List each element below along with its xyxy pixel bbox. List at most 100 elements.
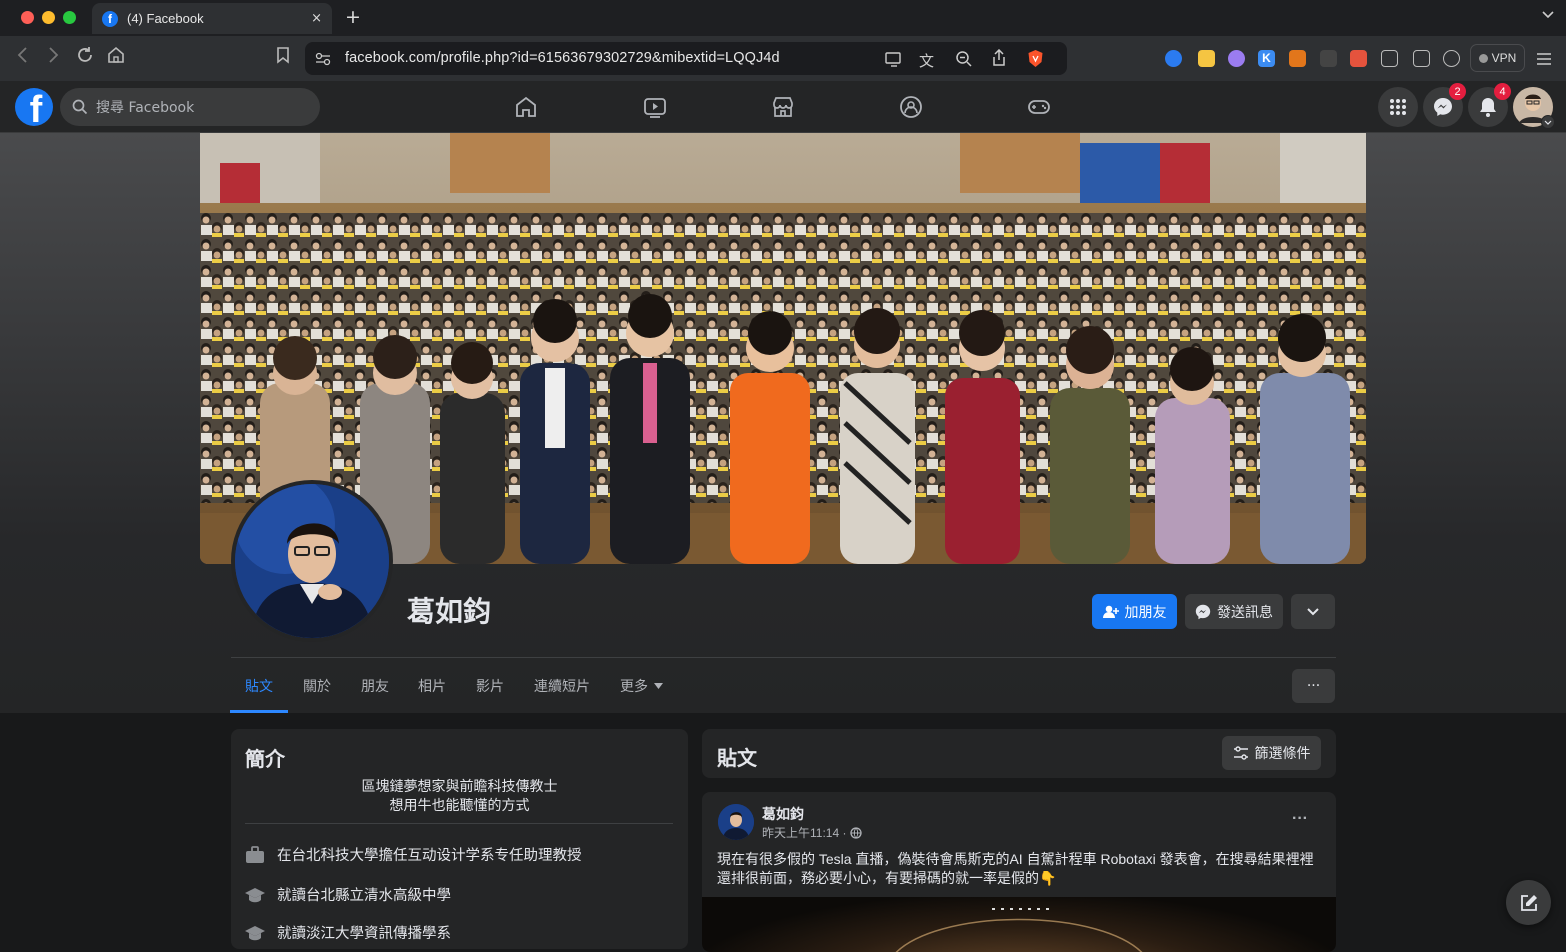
post-author-avatar[interactable] xyxy=(718,804,754,840)
post-time[interactable]: 昨天上午11:14 · xyxy=(762,824,846,841)
back-icon[interactable] xyxy=(16,46,30,69)
menu-grid-button[interactable] xyxy=(1378,87,1418,127)
browser-toolbar: facebook.com/profile.php?id=615636793027… xyxy=(0,36,1566,81)
facebook-logo[interactable]: f xyxy=(15,88,53,126)
briefcase-icon xyxy=(245,845,265,865)
translate-icon[interactable]: 文 xyxy=(919,50,934,71)
marketplace-nav-icon[interactable] xyxy=(771,95,795,119)
tab-videos[interactable]: 影片 xyxy=(476,676,504,696)
intro-item-school-1: 就讀台北縣立清水高級中學 xyxy=(245,884,451,905)
facebook-header: f 搜尋 Facebook 2 4 xyxy=(0,81,1566,133)
vpn-button[interactable]: VPN xyxy=(1470,44,1525,72)
messenger-badge: 2 xyxy=(1449,83,1466,100)
extension-pen-icon[interactable] xyxy=(1198,50,1215,67)
chevron-down-icon xyxy=(1307,607,1319,615)
tab-photos[interactable]: 相片 xyxy=(418,676,446,696)
search-input[interactable]: 搜尋 Facebook xyxy=(96,97,194,117)
intro-title: 簡介 xyxy=(245,749,285,771)
extension-fox-icon[interactable] xyxy=(1289,50,1306,67)
new-message-button[interactable] xyxy=(1506,880,1551,925)
tab-title: (4) Facebook xyxy=(127,11,204,26)
extension-k-icon[interactable]: K xyxy=(1258,50,1275,67)
extension-edge-icon[interactable] xyxy=(1165,50,1182,67)
intro-card: 簡介 區塊鏈夢想家與前瞻科技傳教士 想用牛也能聽懂的方式 在台北科技大學擔任互动… xyxy=(231,729,688,949)
tab-about[interactable]: 關於 xyxy=(303,676,331,696)
filter-label: 篩選條件 xyxy=(1254,745,1311,761)
extensions-puzzle-icon[interactable] xyxy=(1381,50,1398,67)
intro-bio-line1: 區塊鏈夢想家與前瞻科技傳教士 xyxy=(361,778,558,794)
send-message-button[interactable]: 發送訊息 xyxy=(1185,594,1283,629)
video-nav-icon[interactable] xyxy=(643,95,667,119)
messenger-button[interactable]: 2 xyxy=(1423,83,1466,127)
close-window-button[interactable] xyxy=(21,11,34,24)
notifications-button[interactable]: 4 xyxy=(1468,83,1511,127)
zoom-window-button[interactable] xyxy=(63,11,76,24)
groups-nav-icon[interactable] xyxy=(899,95,923,119)
search-icon xyxy=(72,99,88,115)
graduation-cap-icon xyxy=(245,923,265,943)
minimize-window-button[interactable] xyxy=(42,11,55,24)
grid-icon xyxy=(1390,99,1406,115)
tab-close-icon[interactable]: × xyxy=(311,11,322,26)
gaming-nav-icon[interactable] xyxy=(1027,95,1051,119)
posts-header-card: 貼文 篩選條件 xyxy=(702,729,1336,778)
browser-tab-bar: f (4) Facebook × + xyxy=(0,0,1566,36)
profile-picture[interactable] xyxy=(231,480,393,642)
zoom-out-icon[interactable] xyxy=(955,50,973,72)
tab-friends[interactable]: 朋友 xyxy=(361,676,389,696)
compose-icon xyxy=(1520,894,1537,911)
filter-button[interactable]: 篩選條件 xyxy=(1222,736,1321,770)
search-bar[interactable]: 搜尋 Facebook xyxy=(60,88,320,126)
browser-menu-icon[interactable] xyxy=(1536,51,1552,70)
home-nav-icon[interactable] xyxy=(514,95,538,119)
post-media[interactable] xyxy=(702,897,1336,952)
facebook-logo-letter: f xyxy=(29,89,43,126)
account-avatar-button[interactable] xyxy=(1513,87,1555,129)
messenger-icon xyxy=(1195,604,1211,619)
address-bar[interactable]: facebook.com/profile.php?id=615636793027… xyxy=(305,42,1067,75)
sidebar-toggle-icon[interactable] xyxy=(1413,50,1430,67)
add-friend-label: 加朋友 xyxy=(1124,603,1167,620)
intro-bio-line2: 想用牛也能聽懂的方式 xyxy=(389,797,530,813)
extension-cloud-icon[interactable] xyxy=(1228,50,1245,67)
forward-icon[interactable] xyxy=(46,46,60,69)
vpn-status-icon xyxy=(1478,53,1488,63)
new-tab-button[interactable]: + xyxy=(345,6,361,28)
post-author[interactable]: 葛如鈞 xyxy=(762,804,804,824)
profile-more-button[interactable]: ··· xyxy=(1292,669,1335,703)
brave-shield-icon[interactable] xyxy=(1027,49,1044,72)
reload-icon[interactable] xyxy=(76,46,94,69)
home-icon[interactable] xyxy=(107,46,125,69)
filter-icon xyxy=(1233,746,1248,760)
extension-tool-icon[interactable] xyxy=(1320,50,1337,67)
leo-ai-icon[interactable] xyxy=(1443,50,1460,67)
intro-item-work: 在台北科技大學擔任互动设计学系专任助理教授 xyxy=(245,844,582,865)
messenger-icon xyxy=(1434,98,1452,116)
profile-options-button[interactable] xyxy=(1291,594,1335,629)
facebook-favicon-icon: f xyxy=(102,10,118,27)
post-text-line2: 還排很前面，務必要小心，有要掃碼的就一率是假的👇 xyxy=(717,870,1057,886)
tab-more[interactable]: 更多 xyxy=(620,676,663,696)
site-settings-icon[interactable] xyxy=(315,51,331,71)
caret-down-icon xyxy=(654,683,663,689)
tab-list-chevron-icon[interactable] xyxy=(1542,8,1554,23)
extension-star-icon[interactable] xyxy=(1350,50,1367,67)
intro-item-school-2-text: 就讀淡江大學資訊傳播學系 xyxy=(277,926,451,942)
browser-tab-facebook[interactable]: f (4) Facebook × xyxy=(92,3,332,34)
intro-item-work-text: 在台北科技大學擔任互动设计学系专任助理教授 xyxy=(277,848,582,864)
cast-icon[interactable] xyxy=(885,51,903,71)
cover-photo[interactable] xyxy=(200,133,1366,564)
share-icon[interactable] xyxy=(991,48,1007,71)
posts-title: 貼文 xyxy=(717,748,757,770)
add-friend-button[interactable]: 加朋友 xyxy=(1092,594,1177,629)
profile-name: 葛如鈞 xyxy=(407,596,492,627)
send-message-label: 發送訊息 xyxy=(1217,603,1273,620)
tab-reels[interactable]: 連續短片 xyxy=(534,676,590,696)
bookmark-icon[interactable] xyxy=(276,46,290,69)
tab-posts[interactable]: 貼文 xyxy=(245,676,273,696)
post-menu-button[interactable]: ··· xyxy=(1292,810,1308,828)
globe-icon xyxy=(850,826,863,839)
graduation-cap-icon xyxy=(245,885,265,905)
intro-item-school-2: 就讀淡江大學資訊傳播學系 xyxy=(245,922,451,943)
post-card: 葛如鈞 昨天上午11:14 · ··· 現在有很多假的 Tesla 直播，偽裝待… xyxy=(702,792,1336,952)
